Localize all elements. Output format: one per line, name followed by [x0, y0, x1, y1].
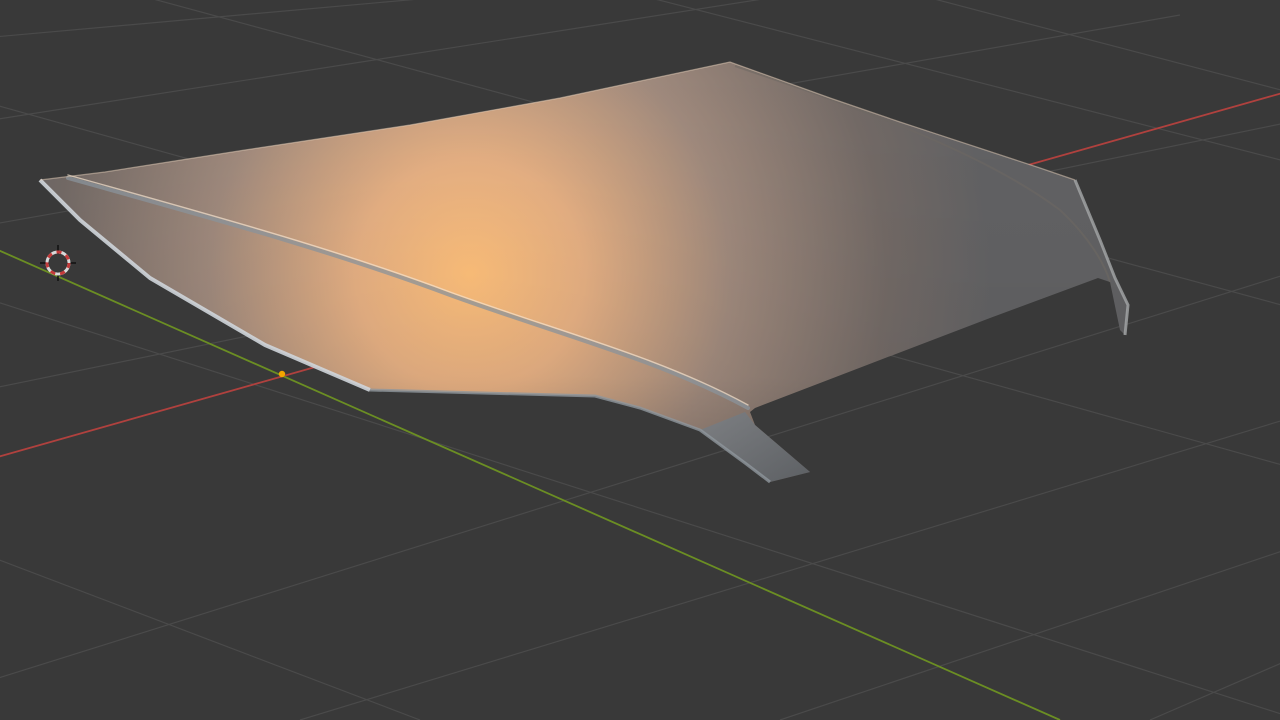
3d-viewport[interactable]: [0, 0, 1280, 720]
viewport-hud: [0, 0, 1, 1]
viewport-canvas[interactable]: [0, 0, 1280, 720]
hood-shading: [40, 62, 1128, 482]
3d-cursor-icon[interactable]: [40, 245, 76, 281]
hood-mesh[interactable]: [38, 61, 1130, 484]
origin-dot-icon: [278, 370, 286, 378]
